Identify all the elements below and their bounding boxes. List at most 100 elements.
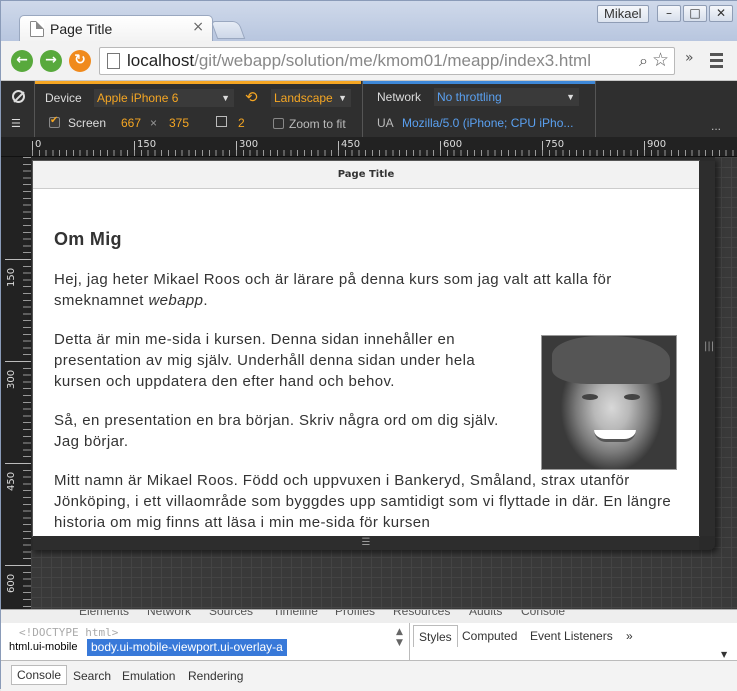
screen-checkbox[interactable] (49, 115, 60, 128)
ruler-label: 750 (545, 139, 565, 150)
tab-audits[interactable]: Audits (469, 610, 502, 618)
tab-profiles[interactable]: Profiles (335, 610, 375, 618)
tab-strip: Page Title × Mikael – □ ✕ (1, 1, 737, 41)
bookmark-star-icon[interactable]: ☆ (652, 49, 669, 71)
url-host: localhost (127, 51, 195, 70)
menu-icon[interactable] (710, 53, 723, 71)
crumb-html[interactable]: html.ui-mobile (5, 639, 81, 656)
url-text[interactable]: localhost/git/webapp/solution/me/kmom01/… (127, 51, 591, 71)
device-accent (35, 81, 361, 84)
orientation-value: Landscape (274, 91, 333, 105)
paragraph-4: Mitt namn är Mikael Roos. Född och uppvu… (54, 472, 672, 531)
tab-console[interactable]: Console (521, 610, 565, 618)
rotate-icon[interactable]: ⟲ (245, 88, 258, 106)
crumb-body[interactable]: body.ui-mobile-viewport.ui-overlay-a (87, 639, 287, 656)
profile-button[interactable]: Mikael (597, 5, 649, 23)
device-pixel-ratio-icon (216, 116, 227, 127)
browser-tab[interactable]: Page Title × (19, 15, 213, 41)
scroll-up-icon[interactable]: ▲ (396, 627, 403, 637)
ruler-label: 450 (341, 139, 361, 150)
page-icon (107, 53, 120, 69)
user-agent-value[interactable]: Mozilla/5.0 (iPhone; CPU iPho... (402, 116, 573, 130)
tab-sources[interactable]: Sources (209, 610, 253, 618)
emulated-viewport: Page Title Om Mig Hej, jag heter Mikael … (33, 161, 699, 536)
intro-paragraph: Hej, jag heter Mikael Roos och är lärare… (54, 271, 612, 309)
drawer-tab-emulation[interactable]: Emulation (117, 667, 180, 685)
device-value: Apple iPhone 6 (97, 91, 179, 105)
device-select[interactable]: Apple iPhone 6 ▼ (94, 89, 234, 107)
orientation-select[interactable]: Landscape ▼ (271, 89, 351, 107)
screen-label: Screen (68, 116, 107, 130)
ruler-label: 150 (137, 139, 157, 150)
reload-button[interactable]: ↻ (69, 50, 91, 72)
ruler-label: 900 (647, 139, 667, 150)
browser-window: Page Title × Mikael – □ ✕ ← → ↻ localhos… (0, 0, 737, 691)
paragraph-2: Detta är min me-sida i kursen. Denna sid… (54, 331, 476, 390)
emulation-toolbar: ☰ Device Apple iPhone 6 ▼ ⟲ Landscape ▼ Sc… (1, 81, 737, 137)
minimize-button[interactable]: – (657, 5, 681, 22)
page-header: Page Title (33, 161, 699, 189)
network-value: No throttling (437, 90, 502, 104)
zoom-to-fit-checkbox[interactable] (273, 118, 284, 129)
ua-label: UA (377, 116, 394, 130)
media-query-icon[interactable]: ☰ (11, 117, 21, 130)
viewport-height-resizer[interactable]: ☰ (33, 536, 699, 550)
times-sign: × (150, 116, 158, 130)
maximize-button[interactable]: □ (683, 5, 707, 22)
scroll-down-icon[interactable]: ▼ (721, 650, 727, 659)
more-options-icon[interactable]: ... (711, 119, 721, 133)
paragraph-3: Så, en presentation en bra början. Skriv… (54, 412, 499, 450)
scroll-down-icon[interactable]: ▼ (396, 638, 403, 648)
network-label: Network (377, 90, 422, 104)
screen-height[interactable]: 375 (169, 116, 189, 130)
vertical-ruler: 150 300 450 600 (1, 157, 31, 609)
ruler-label: 600 (443, 139, 463, 150)
horizontal-ruler: 0 150 300 450 600 750 900 (1, 137, 737, 157)
tab-styles[interactable]: Styles (413, 625, 458, 647)
back-button[interactable]: ← (11, 50, 33, 72)
tab-network[interactable]: Network (147, 610, 191, 618)
page-heading: Om Mig (54, 229, 122, 249)
new-tab-button[interactable] (210, 21, 246, 39)
network-accent (363, 81, 595, 84)
webapp-emphasis: webapp (148, 292, 204, 309)
ruler-label: 300 (239, 139, 259, 150)
drawer-tab-rendering[interactable]: Rendering (183, 667, 248, 685)
tab-elements[interactable]: Elements (79, 610, 129, 618)
device-label: Device (45, 91, 82, 105)
close-tab-icon[interactable]: × (192, 19, 204, 35)
navigation-bar: ← → ↻ localhost/git/webapp/solution/me/k… (1, 41, 737, 81)
devtools-drawer: Console Search Emulation Rendering (1, 660, 737, 691)
network-select[interactable]: No throttling ▼ (434, 88, 579, 106)
ruler-label: 300 (6, 369, 17, 389)
tab-event-listeners[interactable]: Event Listeners (525, 625, 618, 647)
ruler-label: 0 (35, 139, 42, 150)
profile-photo (541, 335, 677, 470)
zoom-icon[interactable]: ⌕ (639, 51, 648, 71)
doctype-node[interactable]: <!DOCTYPE html> (19, 626, 118, 639)
forward-button[interactable]: → (40, 50, 62, 72)
tab-computed[interactable]: Computed (457, 625, 522, 647)
tab-resources[interactable]: Resources (393, 610, 450, 618)
dropdown-arrow-icon: ▼ (221, 93, 230, 103)
styles-more-icon[interactable]: » (621, 625, 638, 647)
ruler-label: 600 (6, 573, 17, 593)
drawer-tab-search[interactable]: Search (68, 667, 116, 685)
dropdown-arrow-icon: ▼ (338, 93, 347, 103)
ruler-label: 150 (6, 267, 17, 287)
viewport-width-resizer[interactable]: ||| (699, 161, 715, 536)
dropdown-arrow-icon: ▼ (566, 92, 575, 102)
close-window-button[interactable]: ✕ (709, 5, 733, 22)
drawer-tab-console[interactable]: Console (11, 665, 68, 685)
devtools-tabs: Elements Network Sources Timeline Profil… (1, 610, 737, 623)
address-bar[interactable]: localhost/git/webapp/solution/me/kmom01/… (99, 47, 675, 75)
device-pixel-ratio[interactable]: 2 (238, 116, 245, 130)
extensions-overflow-icon[interactable]: » (685, 50, 694, 66)
devtools-panel: Elements Network Sources Timeline Profil… (1, 609, 737, 691)
url-path: /git/webapp/solution/me/kmom01/meapp/ind… (194, 51, 591, 70)
screen-width[interactable]: 667 (121, 116, 141, 130)
tab-timeline[interactable]: Timeline (273, 610, 318, 618)
zoom-to-fit-label: Zoom to fit (289, 117, 346, 131)
tab-title: Page Title (50, 21, 113, 37)
page-icon (30, 21, 44, 37)
